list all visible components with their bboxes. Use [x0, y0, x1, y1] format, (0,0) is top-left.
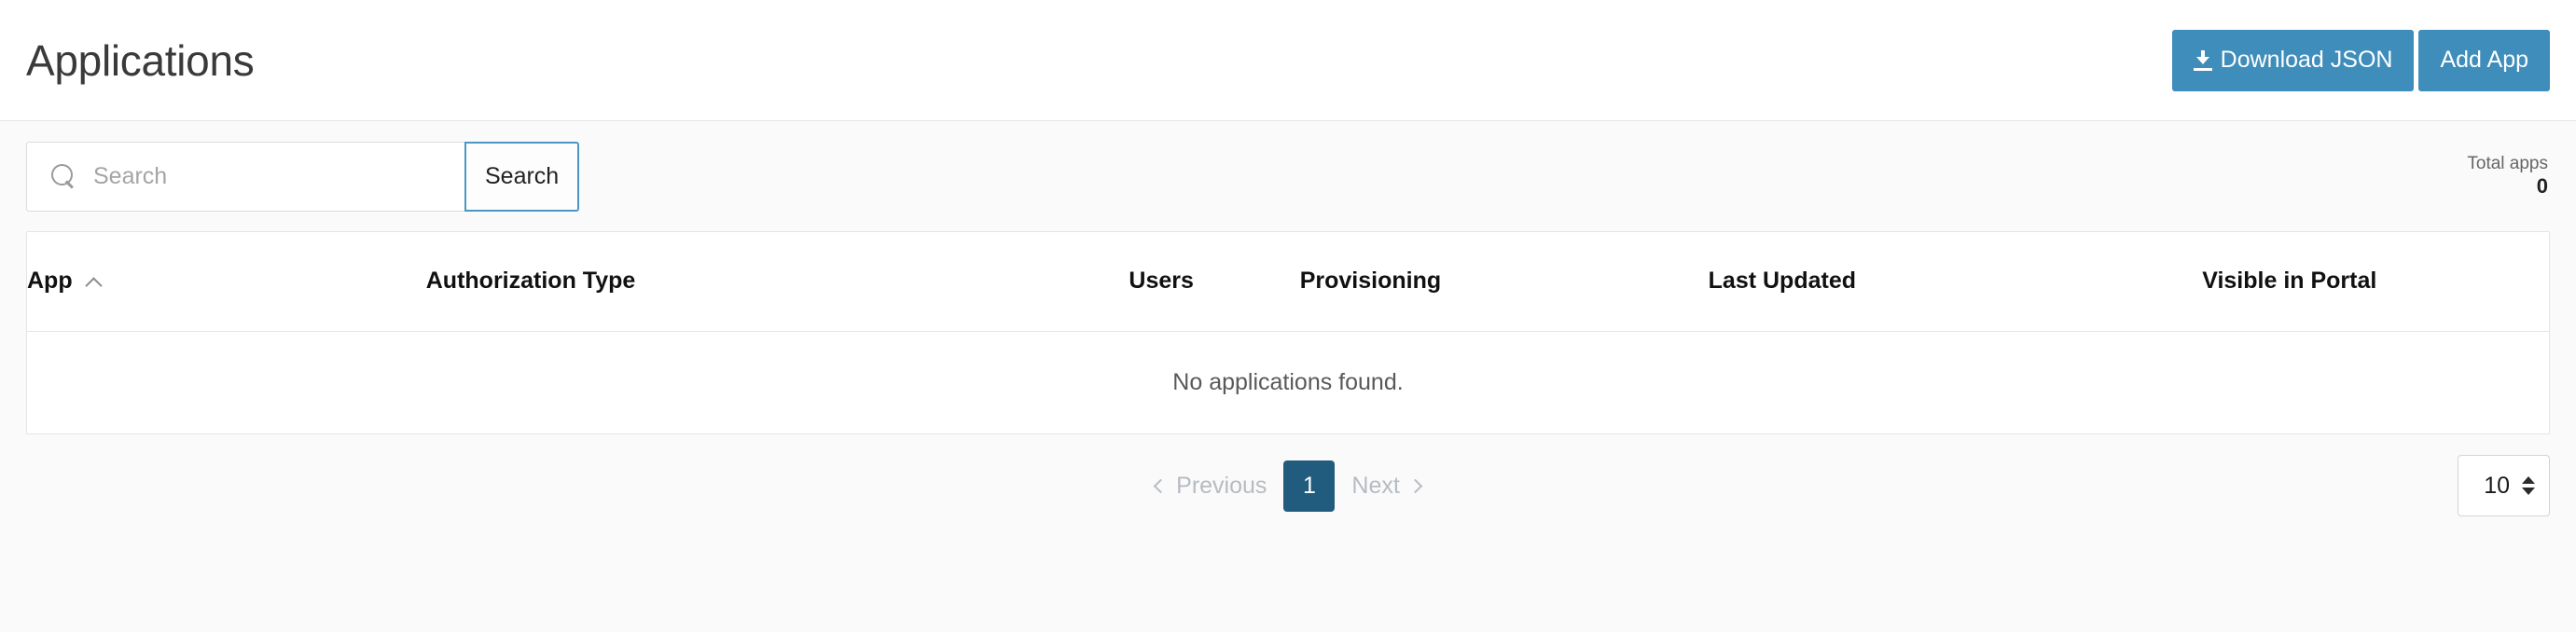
- column-header-provisioning-label: Provisioning: [1299, 268, 1442, 295]
- chevron-up-icon: [86, 276, 104, 287]
- applications-table: App Authorization Type Users Provisionin…: [27, 232, 2549, 433]
- page-body: Search Total apps 0 App: [0, 121, 2576, 537]
- total-apps-label: Total apps: [2467, 154, 2548, 174]
- empty-state-message: No applications found.: [1172, 368, 1404, 395]
- column-header-app-label: App: [27, 268, 73, 295]
- chevron-right-icon: [1407, 478, 1423, 493]
- toolbar: Search Total apps 0: [26, 121, 2550, 231]
- page-title: Applications: [26, 35, 255, 85]
- page-size-value: 10: [2484, 472, 2510, 499]
- add-app-label: Add App: [2440, 47, 2528, 73]
- table-header: App Authorization Type Users Provisionin…: [27, 232, 2549, 332]
- pager-controls: Previous 1 Next: [1153, 460, 1423, 512]
- search-input[interactable]: [91, 161, 446, 191]
- spinner-arrows-icon: [2522, 476, 2535, 495]
- total-apps-value: 0: [2536, 174, 2548, 199]
- add-app-button[interactable]: Add App: [2418, 29, 2550, 91]
- total-apps: Total apps 0: [2467, 154, 2550, 198]
- table-empty-row: No applications found.: [27, 331, 2549, 433]
- table-header-row: App Authorization Type Users Provisionin…: [27, 232, 2549, 332]
- pagination: Previous 1 Next 10: [26, 434, 2550, 537]
- applications-page: Applications Download JSON Add App Searc…: [0, 0, 2576, 537]
- table-body: No applications found.: [27, 331, 2549, 433]
- download-json-button[interactable]: Download JSON: [2171, 29, 2415, 91]
- search-icon: [51, 163, 76, 189]
- pagination-previous-button[interactable]: Previous: [1153, 472, 1267, 500]
- column-header-visible-in-portal-label: Visible in Portal: [2202, 268, 2377, 295]
- column-header-provisioning[interactable]: Provisioning: [1299, 232, 1709, 332]
- download-icon: [2193, 49, 2212, 71]
- pagination-page-1[interactable]: 1: [1283, 460, 1336, 512]
- applications-table-card: App Authorization Type Users Provisionin…: [26, 231, 2550, 434]
- column-header-visible-in-portal[interactable]: Visible in Portal: [2202, 232, 2549, 332]
- column-header-last-updated-label: Last Updated: [1708, 268, 1856, 295]
- pagination-next-label: Next: [1351, 472, 1400, 499]
- search-field[interactable]: [26, 141, 464, 212]
- download-json-label: Download JSON: [2220, 47, 2393, 73]
- page-header: Applications Download JSON Add App: [0, 0, 2576, 121]
- column-header-last-updated[interactable]: Last Updated: [1708, 232, 2203, 332]
- column-header-authorization-type-label: Authorization Type: [425, 268, 636, 295]
- column-header-users[interactable]: Users: [1129, 232, 1300, 332]
- column-header-authorization-type[interactable]: Authorization Type: [425, 232, 1129, 332]
- header-actions: Download JSON Add App: [2171, 29, 2550, 91]
- column-header-app[interactable]: App: [27, 232, 426, 332]
- pagination-previous-label: Previous: [1176, 472, 1267, 499]
- column-header-users-label: Users: [1129, 268, 1194, 295]
- search-button[interactable]: Search: [464, 141, 580, 212]
- page-size-select[interactable]: 10: [2458, 455, 2550, 516]
- chevron-left-icon: [1153, 478, 1169, 493]
- pagination-next-button[interactable]: Next: [1351, 472, 1423, 500]
- search-group: Search: [26, 141, 580, 212]
